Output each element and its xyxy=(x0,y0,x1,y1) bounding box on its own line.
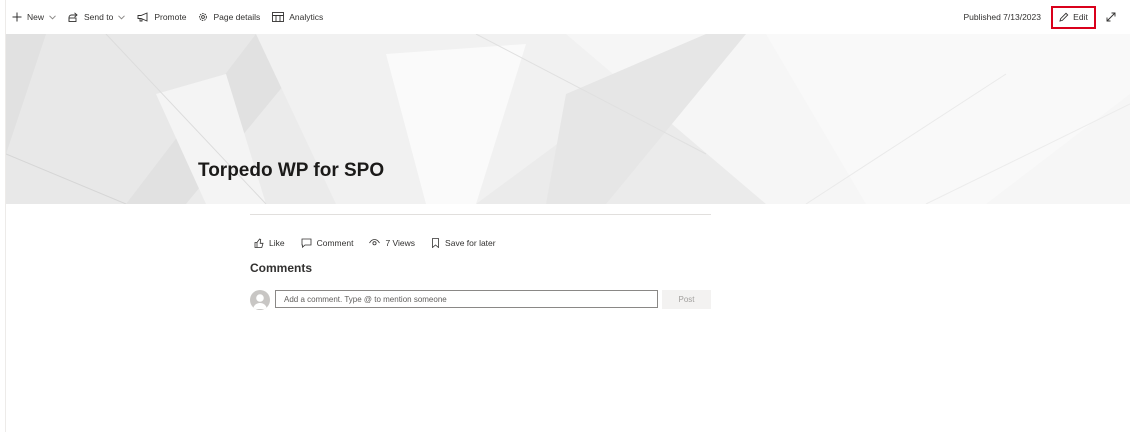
megaphone-icon xyxy=(137,12,148,22)
plus-icon xyxy=(12,12,22,22)
bookmark-icon xyxy=(432,238,439,248)
divider xyxy=(250,214,711,215)
hero-banner: Torpedo WP for SPO xyxy=(6,34,1130,204)
command-bar: New Send to Promote Page details Analyti… xyxy=(6,0,1130,34)
like-label: Like xyxy=(269,238,285,248)
save-for-later-button[interactable]: Save for later xyxy=(431,238,496,248)
chevron-down-icon xyxy=(118,14,126,20)
send-to-label: Send to xyxy=(84,12,114,22)
avatar xyxy=(250,290,270,310)
share-icon xyxy=(68,12,78,22)
published-date: Published 7/13/2023 xyxy=(963,12,1041,22)
thumbs-up-icon xyxy=(254,238,264,248)
comment-label: Comment xyxy=(316,238,354,248)
save-for-later-label: Save for later xyxy=(445,238,496,248)
person-icon xyxy=(253,294,267,309)
pencil-icon xyxy=(1059,12,1069,22)
new-button[interactable]: New xyxy=(6,5,62,29)
views-count: 7 Views xyxy=(369,238,415,248)
post-button[interactable]: Post xyxy=(662,290,711,309)
analytics-icon xyxy=(272,12,285,22)
analytics-button[interactable]: Analytics xyxy=(266,5,329,29)
page-details-label: Page details xyxy=(213,12,261,22)
page-title: Torpedo WP for SPO xyxy=(198,160,385,181)
comment-input[interactable] xyxy=(275,290,658,308)
gear-icon xyxy=(199,13,208,21)
social-bar: Like Comment 7 Views Save for later xyxy=(254,236,512,250)
chevron-down-icon xyxy=(49,14,56,20)
views-label: 7 Views xyxy=(385,238,416,248)
new-label: New xyxy=(27,12,45,22)
expand-button[interactable] xyxy=(1102,8,1120,26)
abstract-background-image xyxy=(6,34,1130,204)
promote-label: Promote xyxy=(154,12,187,22)
page-details-button[interactable]: Page details xyxy=(192,5,266,29)
comment-button[interactable]: Comment xyxy=(301,238,354,248)
edit-button[interactable]: Edit xyxy=(1051,5,1096,29)
like-button[interactable]: Like xyxy=(254,238,285,248)
analytics-label: Analytics xyxy=(289,12,324,22)
edit-label: Edit xyxy=(1073,12,1088,22)
comment-icon xyxy=(301,238,311,248)
comments-heading: Comments xyxy=(250,261,313,275)
expand-icon xyxy=(1106,12,1116,22)
promote-button[interactable]: Promote xyxy=(131,5,192,29)
send-to-button[interactable]: Send to xyxy=(62,5,131,29)
eye-icon xyxy=(369,239,381,246)
